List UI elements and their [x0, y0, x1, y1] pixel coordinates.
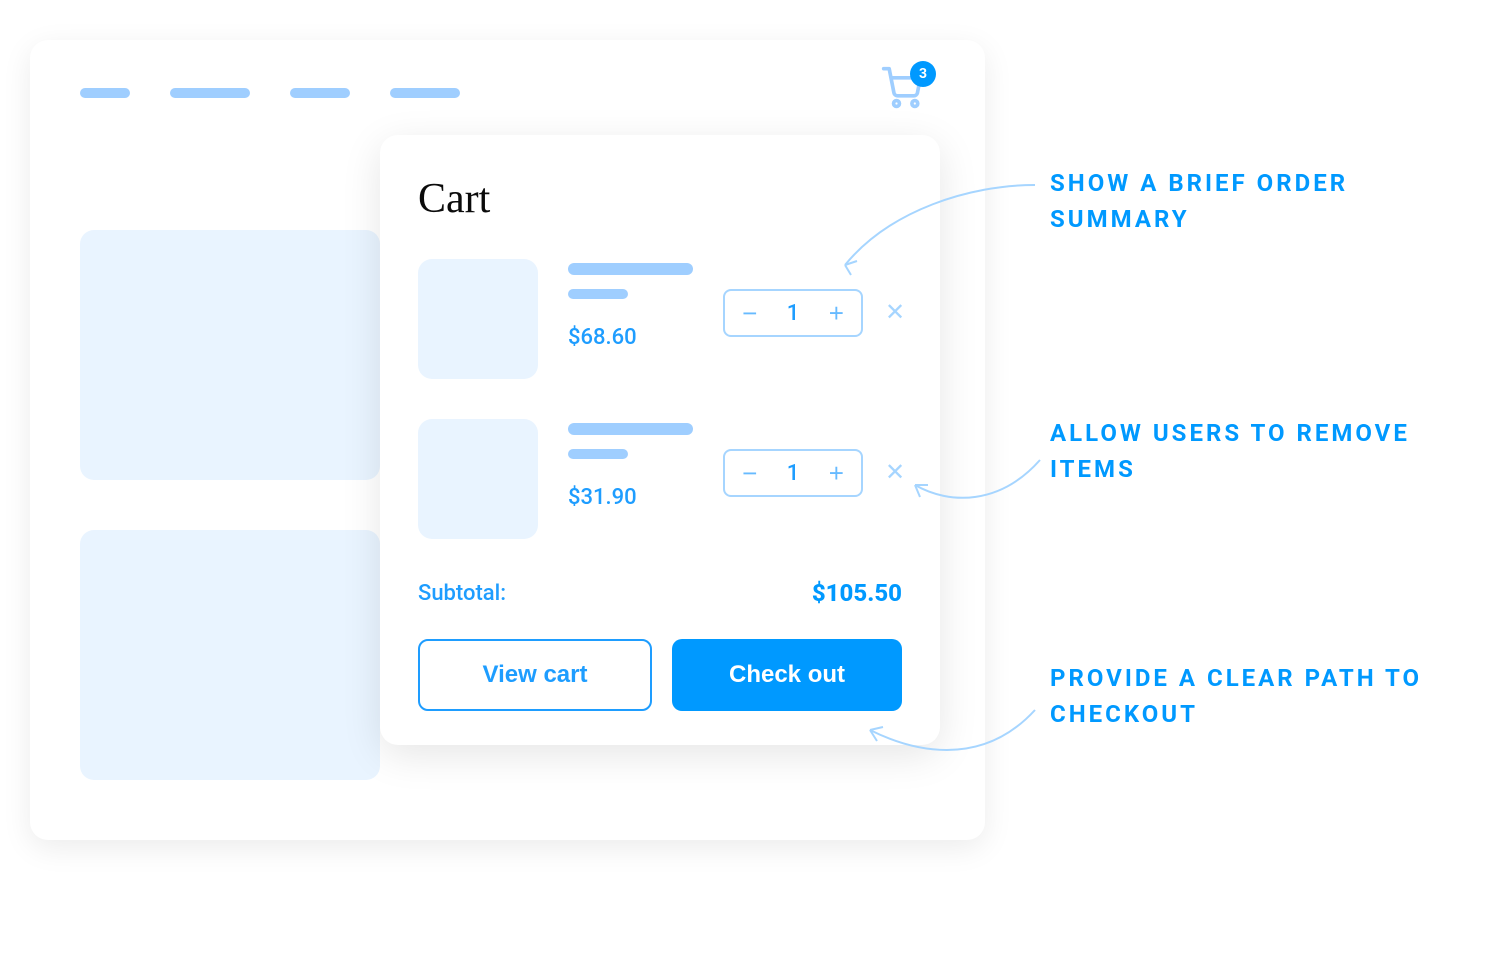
- item-title-placeholder: [568, 423, 693, 435]
- cart-title: Cart: [418, 175, 902, 223]
- checkout-button[interactable]: Check out: [672, 639, 902, 711]
- cart-panel: Cart $68.60 − 1 + ✕ $31.90: [380, 135, 940, 745]
- item-price: $31.90: [568, 485, 693, 510]
- subtotal-value: $105.50: [812, 579, 902, 607]
- item-subtitle-placeholder: [568, 289, 628, 299]
- content-placeholder: [80, 530, 380, 780]
- cart-item: $68.60 − 1 + ✕: [418, 259, 902, 379]
- subtotal-label: Subtotal:: [418, 581, 506, 606]
- qty-decrement-button[interactable]: −: [732, 451, 768, 495]
- view-cart-button[interactable]: View cart: [418, 639, 652, 711]
- item-subtitle-placeholder: [568, 449, 628, 459]
- remove-item-button[interactable]: ✕: [881, 297, 909, 329]
- nav-item-placeholder: [290, 88, 350, 98]
- annotation-remove-items: Allow users to remove items: [1050, 415, 1470, 487]
- nav-item-placeholder: [390, 88, 460, 98]
- nav-placeholder: [80, 88, 460, 98]
- nav-item-placeholder: [170, 88, 250, 98]
- qty-value: 1: [781, 301, 805, 326]
- qty-increment-button[interactable]: +: [818, 451, 854, 495]
- remove-item-button[interactable]: ✕: [881, 457, 909, 489]
- item-title-placeholder: [568, 263, 693, 275]
- item-info: $68.60: [568, 259, 693, 350]
- quantity-stepper[interactable]: − 1 +: [723, 289, 863, 337]
- qty-value: 1: [781, 461, 805, 486]
- cart-item: $31.90 − 1 + ✕: [418, 419, 902, 539]
- item-thumbnail: [418, 259, 538, 379]
- close-icon: ✕: [885, 459, 905, 486]
- cart-icon-button[interactable]: 3: [880, 65, 930, 115]
- qty-increment-button[interactable]: +: [818, 291, 854, 335]
- close-icon: ✕: [885, 299, 905, 326]
- item-thumbnail: [418, 419, 538, 539]
- item-info: $31.90: [568, 419, 693, 510]
- cart-badge: 3: [910, 61, 936, 87]
- subtotal-row: Subtotal: $105.50: [418, 579, 902, 607]
- qty-decrement-button[interactable]: −: [732, 291, 768, 335]
- quantity-stepper[interactable]: − 1 +: [723, 449, 863, 497]
- annotation-order-summary: Show a brief order summary: [1050, 165, 1470, 237]
- annotation-checkout-path: Provide a clear path to checkout: [1050, 660, 1470, 732]
- content-placeholder: [80, 230, 380, 480]
- nav-item-placeholder: [80, 88, 130, 98]
- item-price: $68.60: [568, 325, 693, 350]
